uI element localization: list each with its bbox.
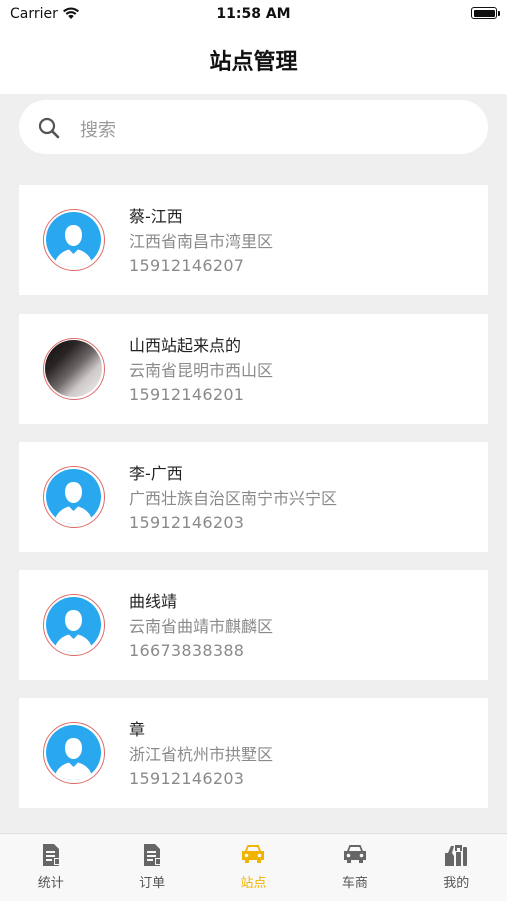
battery-icon [471,7,500,19]
car-icon [342,843,368,869]
default-avatar-icon [46,212,101,267]
tab-label: 车商 [341,876,368,891]
document-icon [40,843,62,871]
station-card[interactable]: 蔡-江西 江西省南昌市湾里区 15912146207 [19,185,488,295]
station-name: 曲线靖 [129,592,178,611]
search-placeholder: 搜索 [80,120,116,141]
tab-orders[interactable]: 订单 [101,834,202,901]
photo-avatar-image [45,340,102,397]
tab-label: 我的 [443,876,470,891]
station-name: 蔡-江西 [129,207,183,226]
station-address: 广西壮族自治区南宁市兴宁区 [129,489,338,508]
tools-icon [443,843,469,871]
avatar [43,466,105,528]
avatar [43,722,105,784]
tab-profile[interactable]: 我的 [406,834,507,901]
status-bar: Carrier 11:58 AM [0,0,507,28]
station-address: 江西省南昌市湾里区 [129,232,274,251]
tab-dealers[interactable]: 车商 [304,834,405,901]
station-phone: 15912146201 [129,385,245,404]
station-card[interactable]: 章 浙江省杭州市拱墅区 15912146203 [19,698,488,808]
avatar [43,594,105,656]
car-icon [240,843,266,869]
tab-stations[interactable]: 站点 [203,834,304,901]
station-address: 浙江省杭州市拱墅区 [129,745,274,764]
avatar [43,209,105,271]
tab-label: 订单 [139,876,166,891]
search-icon [37,116,61,144]
default-avatar-icon [46,469,101,524]
tab-statistics[interactable]: 统计 [0,834,101,901]
station-address: 云南省昆明市西山区 [129,361,274,380]
station-name: 章 [129,720,146,739]
station-phone: 15912146203 [129,513,245,532]
station-name: 李-广西 [129,464,183,483]
station-card[interactable]: 曲线靖 云南省曲靖市麒麟区 16673838388 [19,570,488,680]
tab-label: 站点 [240,876,267,891]
station-phone: 15912146203 [129,769,245,788]
tab-bar: 统计 订单 站点 车商 我的 [0,833,507,901]
default-avatar-icon [46,725,101,780]
station-name: 山西站起来点的 [129,336,242,355]
page-title: 站点管理 [209,50,298,75]
default-avatar-icon [46,597,101,652]
tab-label: 统计 [37,876,64,891]
station-phone: 15912146207 [129,256,245,275]
station-address: 云南省曲靖市麒麟区 [129,617,274,636]
station-card[interactable]: 山西站起来点的 云南省昆明市西山区 15912146201 [19,314,488,424]
document-icon [141,843,163,871]
status-time: 11:58 AM [216,6,291,22]
search-input[interactable]: 搜索 [19,100,488,154]
navigation-bar: 站点管理 [0,28,507,94]
station-phone: 16673838388 [129,641,245,660]
station-card[interactable]: 李-广西 广西壮族自治区南宁市兴宁区 15912146203 [19,442,488,552]
avatar [43,338,105,400]
